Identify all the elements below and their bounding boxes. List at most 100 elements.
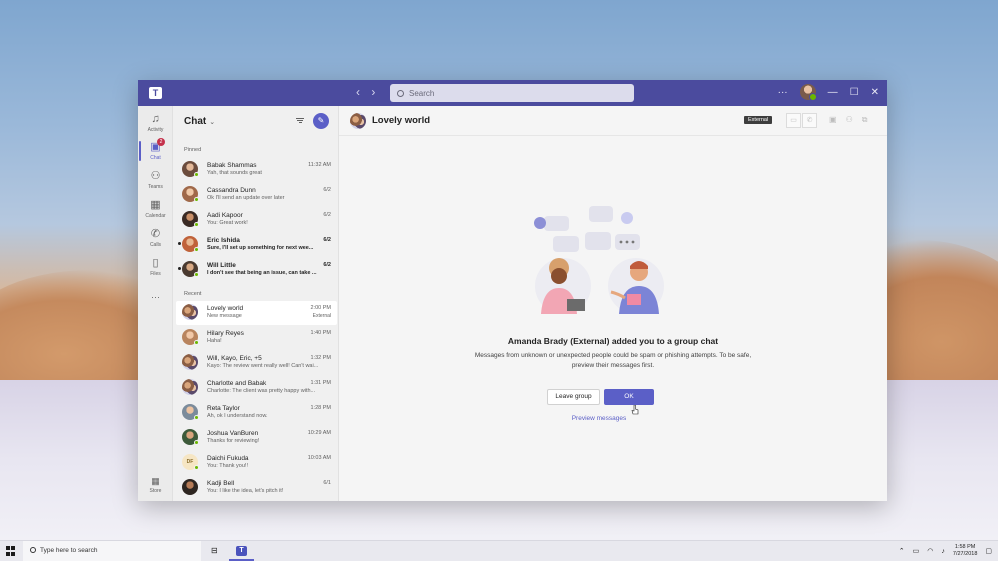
rail-item-files[interactable]: ▯ Files bbox=[138, 257, 173, 277]
screen-share-icon[interactable]: ▣ bbox=[829, 115, 837, 125]
list-item[interactable]: Kadji Bell You: I like the idea, let's p… bbox=[176, 476, 337, 500]
close-button[interactable]: ✕ bbox=[871, 87, 879, 98]
call-buttons: ▭ ✆ bbox=[786, 113, 817, 128]
list-item[interactable]: Eric Ishida Sure, I'll set up something … bbox=[176, 233, 337, 257]
rail-label: Store bbox=[149, 488, 162, 494]
external-tag: External bbox=[312, 313, 331, 319]
rail-item-teams[interactable]: ⚇ Teams bbox=[138, 170, 173, 190]
rail-item-store[interactable]: ▦ Store bbox=[138, 476, 173, 494]
avatar bbox=[182, 479, 198, 495]
forward-button[interactable]: › bbox=[371, 85, 375, 99]
chat-preview: Yah, that sounds great bbox=[207, 170, 262, 176]
list-item[interactable]: Aadi Kapoor You: Great work! 6/2 bbox=[176, 208, 337, 232]
list-item[interactable]: Charlotte and Babak Charlotte: The clien… bbox=[176, 376, 337, 400]
rail-item-calls[interactable]: ✆ Calls bbox=[138, 228, 173, 248]
preview-messages-link[interactable]: Preview messages bbox=[339, 415, 859, 422]
chat-name: Daichi Fukuda bbox=[207, 455, 249, 462]
chat-name: Will Little bbox=[207, 262, 236, 269]
chat-preview: You: Great work! bbox=[207, 220, 248, 226]
chat-time: 10:29 AM bbox=[307, 430, 331, 436]
group-chat-illustration bbox=[534, 206, 664, 314]
chat-name: Joshua VanBuren bbox=[207, 430, 259, 437]
list-item[interactable]: Reta Taylor Ah, ok I understand now. 1:2… bbox=[176, 401, 337, 425]
search-placeholder: Search bbox=[409, 88, 435, 98]
notifications-icon[interactable]: ▢ bbox=[985, 547, 992, 555]
list-item[interactable]: Joshua VanBuren Thanks for reviewing! 10… bbox=[176, 426, 337, 450]
rail-item-activity[interactable]: ♫ Activity bbox=[138, 113, 173, 133]
minimize-button[interactable]: — bbox=[828, 87, 838, 98]
chat-time: 1:31 PM bbox=[310, 380, 331, 386]
app-rail: ♫ Activity ▣ 2 Chat ⚇ Teams ▦ Calendar ✆… bbox=[138, 106, 173, 501]
back-button[interactable]: ‹ bbox=[356, 85, 360, 99]
taskbar-search-input[interactable]: Type here to search bbox=[23, 541, 201, 561]
battery-icon[interactable]: ▭ bbox=[913, 547, 920, 555]
teams-logo-icon: T bbox=[149, 87, 162, 99]
chat-time: 2:00 PM bbox=[310, 305, 331, 311]
chat-icon: ▣ bbox=[150, 141, 161, 153]
popout-icon[interactable]: ⧉ bbox=[862, 115, 868, 125]
pinned-label: Pinned bbox=[184, 147, 202, 153]
chat-name: Kadji Bell bbox=[207, 480, 235, 487]
search-input[interactable]: Search bbox=[390, 84, 634, 102]
search-icon bbox=[397, 89, 404, 97]
chevron-down-icon: ⌄ bbox=[209, 119, 216, 126]
rail-item-calendar[interactable]: ▦ Calendar bbox=[138, 199, 173, 219]
chat-time: 1:28 PM bbox=[310, 405, 331, 411]
chat-time: 10:03 AM bbox=[307, 455, 331, 461]
new-chat-button[interactable]: ✎ bbox=[313, 113, 329, 129]
rail-more-button[interactable]: ··· bbox=[138, 292, 173, 302]
profile-avatar[interactable] bbox=[799, 84, 817, 101]
unread-dot-icon bbox=[178, 267, 181, 270]
chat-header: Lovely world External ▭ ✆ ▣ ⚇ ⧉ bbox=[339, 106, 887, 136]
ok-button[interactable]: OK bbox=[604, 389, 654, 405]
audio-call-icon[interactable]: ✆ bbox=[802, 113, 817, 128]
group-avatar bbox=[350, 113, 366, 129]
taskbar-teams-button[interactable]: T bbox=[229, 541, 254, 561]
chat-time: 1:40 PM bbox=[310, 330, 331, 336]
rail-label: Files bbox=[150, 271, 161, 277]
task-view-icon[interactable]: ⊟ bbox=[211, 546, 218, 555]
video-call-icon[interactable]: ▭ bbox=[786, 113, 801, 128]
chevron-up-icon[interactable]: ⌃ bbox=[899, 547, 905, 555]
clock[interactable]: 1:58 PM 7/27/2018 bbox=[953, 544, 977, 558]
chat-name: Lovely world bbox=[207, 305, 244, 312]
store-icon: ▦ bbox=[151, 476, 160, 486]
presence-icon bbox=[194, 272, 199, 277]
list-item[interactable]: Lovely world New message 2:00 PM Externa… bbox=[176, 301, 337, 325]
chat-preview: Ah, ok I understand now. bbox=[207, 413, 268, 419]
maximize-button[interactable]: ☐ bbox=[850, 87, 859, 98]
chat-time: 6/2 bbox=[323, 262, 331, 268]
recent-label: Recent bbox=[184, 291, 202, 297]
teams-app-icon: T bbox=[236, 546, 247, 556]
wifi-icon[interactable]: ◠ bbox=[927, 547, 933, 555]
windows-start-icon[interactable] bbox=[6, 546, 16, 556]
chat-time: 6/2 bbox=[323, 212, 331, 218]
list-item[interactable]: Babak Shammas Yah, that sounds great 11:… bbox=[176, 158, 337, 182]
list-item[interactable]: DF Daichi Fukuda You: Thank you!! 10:03 … bbox=[176, 451, 337, 475]
chat-name: Aadi Kapoor bbox=[207, 212, 243, 219]
leave-group-button[interactable]: Leave group bbox=[547, 389, 600, 405]
list-item[interactable]: Hilary Reyes Haha! 1:40 PM bbox=[176, 326, 337, 350]
chat-list-pane: Chat ⌄ ✎ Pinned Babak Shammas Yah, that s… bbox=[173, 106, 339, 501]
chat-time: 6/1 bbox=[323, 480, 331, 486]
list-item[interactable]: Will, Kayo, Eric, +5 Kayo: The review we… bbox=[176, 351, 337, 375]
chat-name: Eric Ishida bbox=[207, 237, 240, 244]
chat-preview: Ok I'll send an update over later bbox=[207, 195, 285, 201]
chat-time: 6/2 bbox=[323, 187, 331, 193]
dialog-body: Messages from unknown or unexpected peop… bbox=[474, 352, 752, 369]
chat-name: Babak Shammas bbox=[207, 162, 257, 169]
list-item[interactable]: Will Little I don't see that being an is… bbox=[176, 258, 337, 282]
rail-item-chat[interactable]: ▣ 2 Chat bbox=[138, 138, 173, 161]
more-options-button[interactable]: ··· bbox=[778, 87, 788, 98]
bell-icon: ♫ bbox=[151, 113, 160, 125]
chat-list-header[interactable]: Chat ⌄ bbox=[184, 116, 215, 127]
volume-icon[interactable]: ♪ bbox=[941, 548, 945, 555]
presence-icon bbox=[194, 465, 199, 470]
participants-icon[interactable]: ⚇ bbox=[846, 115, 853, 125]
rail-label: Teams bbox=[148, 184, 163, 190]
filter-icon[interactable] bbox=[296, 117, 304, 125]
chat-name: Cassandra Dunn bbox=[207, 187, 256, 194]
chat-name: Reta Taylor bbox=[207, 405, 240, 412]
list-item[interactable]: Cassandra Dunn Ok I'll send an update ov… bbox=[176, 183, 337, 207]
teams-icon: ⚇ bbox=[150, 170, 161, 182]
